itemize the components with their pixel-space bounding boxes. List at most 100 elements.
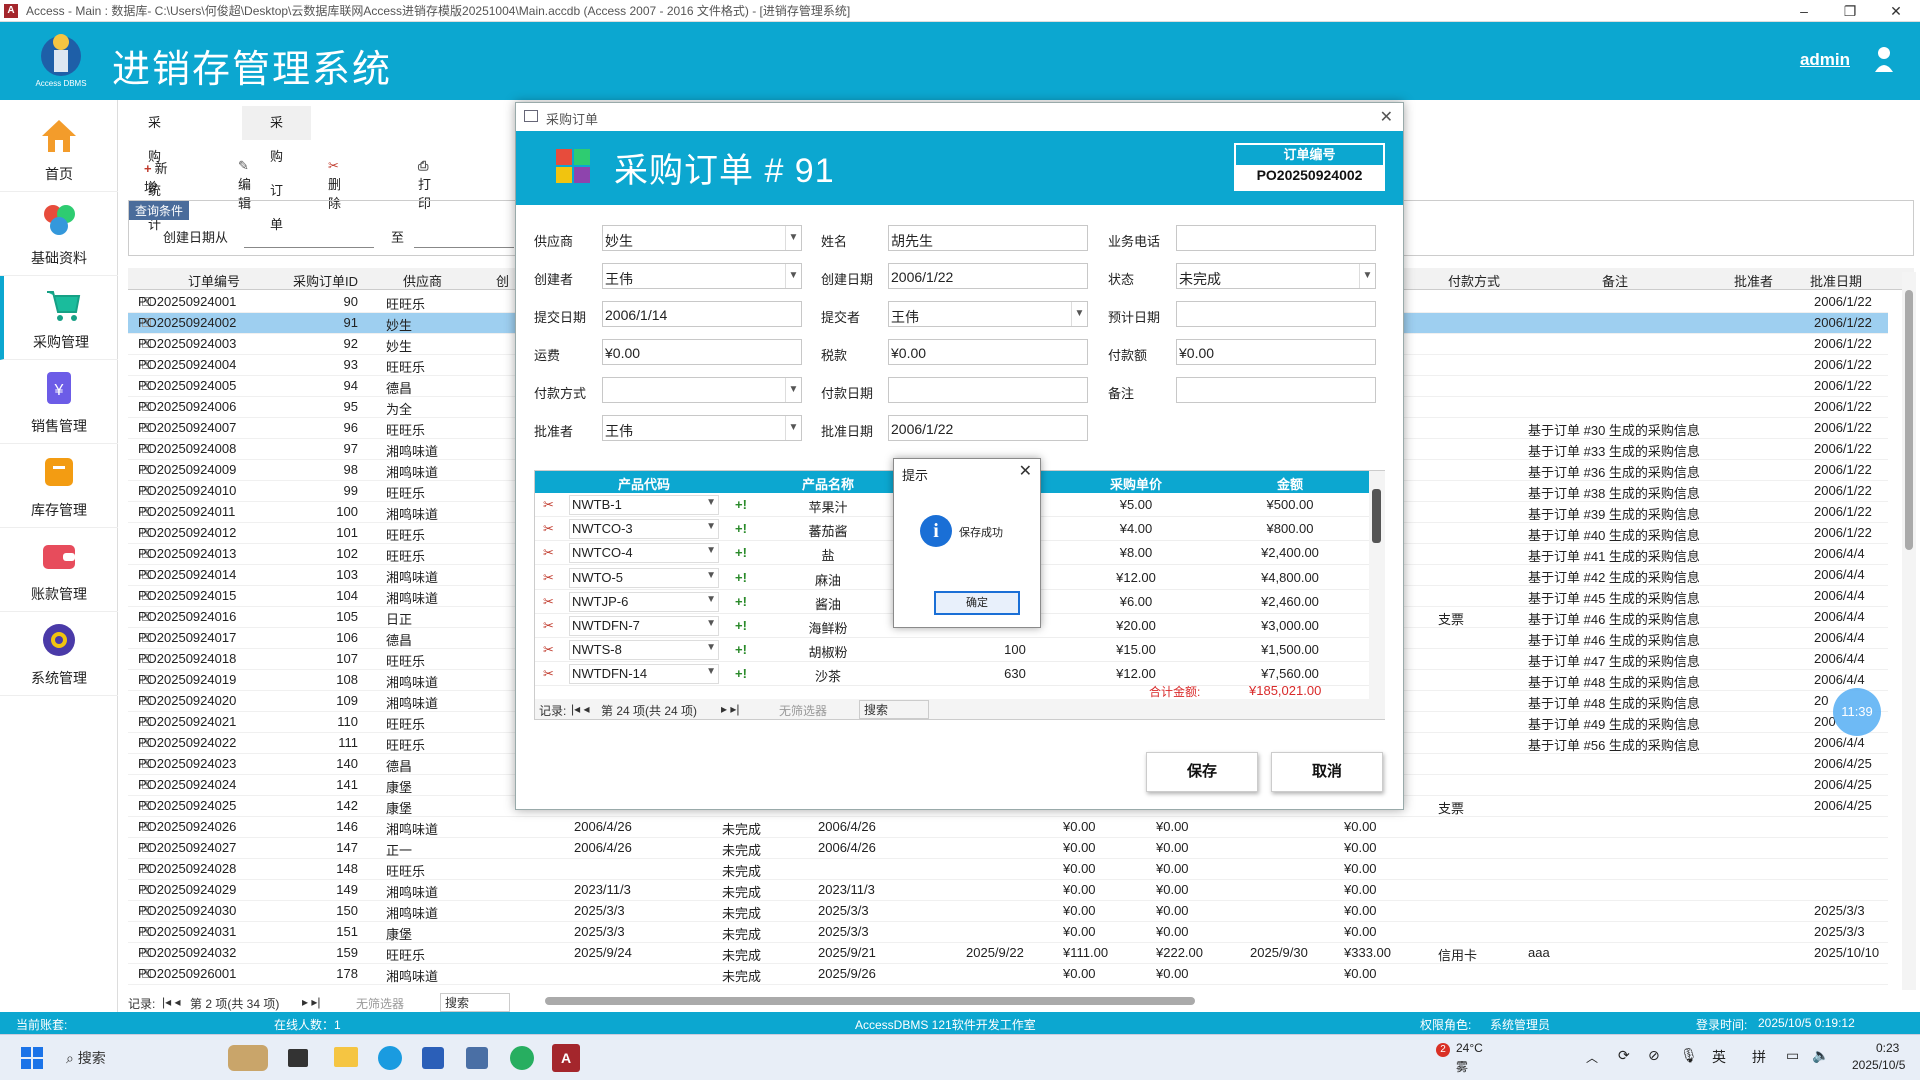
cancel-button[interactable]: 取消 [1271,752,1383,792]
chevron-down-icon[interactable]: ▼ [785,226,801,250]
delete-line-icon[interactable]: ✂ [543,497,554,513]
col-header-order-id[interactable]: 采购订单ID [293,271,358,290]
pay-method-combo[interactable]: ▼ [602,377,802,403]
first-record-button[interactable]: |◂ ◂ [162,995,181,1009]
creator-combo[interactable]: 王伟 ▼ [602,263,802,289]
search-input[interactable]: 搜索 [440,993,510,1012]
first-record-button[interactable]: |◂ ◂ [571,702,590,716]
chevron-down-icon[interactable]: ▼ [706,521,716,532]
expected-date-field[interactable] [1176,301,1376,327]
record-position[interactable]: 第 2 项(共 34 项) [190,995,279,1012]
col-header-note[interactable]: 备注 [1602,271,1628,290]
chevron-down-icon[interactable]: ▼ [706,666,716,677]
order-line-row[interactable]: ✂ NWTS-8 ▼ +! 胡椒粉 100 ¥15.00 ¥1,500.00 [535,638,1369,663]
product-code-combo[interactable]: NWTCO-4 ▼ [569,543,719,564]
tab-purchase-stats[interactable]: 采购统计 [120,106,189,232]
col-header-order-no[interactable]: 订单编号 [188,271,240,290]
next-record-button[interactable]: ▸ ▸| [721,702,740,716]
floating-clock-widget[interactable]: 11:39 [1833,688,1881,736]
name-field[interactable]: 胡先生 [888,225,1088,251]
add-product-icon[interactable]: +! [735,545,747,560]
search-input[interactable]: 搜索 [859,700,929,719]
tray-mic-icon[interactable]: 🎙 [1680,1047,1698,1064]
user-name-link[interactable]: admin [1800,50,1850,70]
order-line-row[interactable]: ✂ NWTDFN-14 ▼ +! 沙茶 630 ¥12.00 ¥7,560.00 [535,662,1369,687]
edge-browser-icon[interactable] [378,1046,402,1070]
approver-combo[interactable]: 王伟 ▼ [602,415,802,441]
filter-indicator[interactable]: 无筛选器 [779,702,827,719]
add-product-icon[interactable]: +! [735,618,747,633]
tray-volume-icon[interactable]: 🔈 [1812,1047,1829,1064]
scroll-thumb[interactable] [1372,489,1381,543]
store-icon[interactable] [422,1047,444,1069]
ime-lang[interactable]: 英 [1712,1047,1726,1067]
delete-line-icon[interactable]: ✂ [543,570,554,586]
chevron-down-icon[interactable]: ▼ [1071,302,1087,326]
sidebar-item-system[interactable]: 系统管理 [0,612,118,696]
product-code-combo[interactable]: NWTJP-6 ▼ [569,591,719,612]
table-row[interactable]: + PO20250924029 149 湘鸣味道 2023/11/3 未完成 2023/11… [128,880,1888,901]
col-header-pay-method[interactable]: 付款方式 [1448,271,1500,290]
tray-network-icon[interactable]: ⊘ [1648,1047,1660,1064]
table-row[interactable]: + PO20250924031 151 康堡 2025/3/3 未完成 2025/3/3 ¥0… [128,922,1888,943]
record-position[interactable]: 第 24 项(共 24 项) [601,702,697,719]
chevron-down-icon[interactable]: ▼ [706,545,716,556]
table-row[interactable]: + PO20250926001 178 湘鸣味道 未完成 2025/9/26 ¥0.00 ¥0… [128,964,1888,985]
add-button[interactable]: + 新增 [144,158,168,196]
add-product-icon[interactable]: +! [735,497,747,512]
status-combo[interactable]: 未完成 ▼ [1176,263,1376,289]
pay-date-field[interactable] [888,377,1088,403]
add-product-icon[interactable]: +! [735,570,747,585]
supplier-combo[interactable]: 妙生 ▼ [602,225,802,251]
file-explorer-icon[interactable] [334,1047,358,1067]
submitter-combo[interactable]: 王伟 ▼ [888,301,1088,327]
grid-horizontal-scrollbar[interactable] [545,997,1195,1005]
date-to-input[interactable] [414,247,514,248]
add-product-icon[interactable]: +! [735,642,747,657]
col-header-approver[interactable]: 批准者 [1734,271,1773,290]
sidebar-item-accounts[interactable]: 账款管理 [0,528,118,612]
tray-sync-icon[interactable]: ⟳ [1618,1047,1630,1064]
scroll-thumb[interactable] [1905,290,1913,550]
next-record-button[interactable]: ▸ ▸| [302,995,321,1009]
subform-scrollbar[interactable] [1369,471,1385,699]
clock-date[interactable]: 2025/10/5 [1852,1058,1905,1072]
dialog-close-icon[interactable]: ✕ [1380,107,1393,127]
table-row[interactable]: + PO20250924030 150 湘鸣味道 2025/3/3 未完成 2025/3/3… [128,901,1888,922]
app-icon[interactable] [466,1047,488,1069]
product-code-combo[interactable]: NWTO-5 ▼ [569,567,719,588]
restore-button[interactable]: ❐ [1830,0,1870,22]
product-code-combo[interactable]: NWTDFN-7 ▼ [569,616,719,636]
chevron-down-icon[interactable]: ▼ [706,570,716,581]
table-row[interactable]: + PO20250924026 146 湘鸣味道 2006/4/26 未完成 2006/4/… [128,817,1888,838]
delete-line-icon[interactable]: ✂ [543,666,554,682]
approve-date-field[interactable]: 2006/1/22 [888,415,1088,441]
product-code-combo[interactable]: NWTB-1 ▼ [569,495,719,515]
chevron-down-icon[interactable]: ▼ [706,618,716,629]
ok-button[interactable]: 确定 [934,591,1020,615]
freight-field[interactable]: ¥0.00 [602,339,802,365]
message-close-icon[interactable]: ✕ [1019,461,1032,481]
save-button[interactable]: 保存 [1146,752,1258,792]
ime-mode[interactable]: 拼 [1752,1047,1766,1067]
taskbar-widget-image[interactable] [228,1045,268,1071]
phone-field[interactable] [1176,225,1376,251]
taskbar-search[interactable]: ⌕ 搜索 [66,1048,106,1068]
note-field[interactable] [1176,377,1376,403]
sidebar-item-sales[interactable]: ¥ 销售管理 [0,360,118,444]
add-product-icon[interactable]: +! [735,594,747,609]
add-product-icon[interactable]: +! [735,666,747,681]
task-view-icon[interactable] [288,1049,308,1067]
user-icon[interactable] [1874,46,1894,72]
tray-display-icon[interactable]: ▭ [1786,1047,1799,1064]
chevron-down-icon[interactable]: ▼ [706,642,716,653]
table-row[interactable]: + PO20250924032 159 旺旺乐 2025/9/24 未完成 2025/9/2… [128,943,1888,964]
chevron-down-icon[interactable]: ▼ [785,416,801,440]
delete-line-icon[interactable]: ✂ [543,594,554,610]
table-row[interactable]: + PO20250924028 148 旺旺乐 未完成 ¥0.00 ¥0.00 ¥0.00 [128,859,1888,880]
chevron-down-icon[interactable]: ▼ [706,497,716,508]
sidebar-item-home[interactable]: 首页 [0,108,118,192]
delete-line-icon[interactable]: ✂ [543,618,554,634]
chevron-down-icon[interactable]: ▼ [785,264,801,288]
submit-date-field[interactable]: 2006/1/14 [602,301,802,327]
